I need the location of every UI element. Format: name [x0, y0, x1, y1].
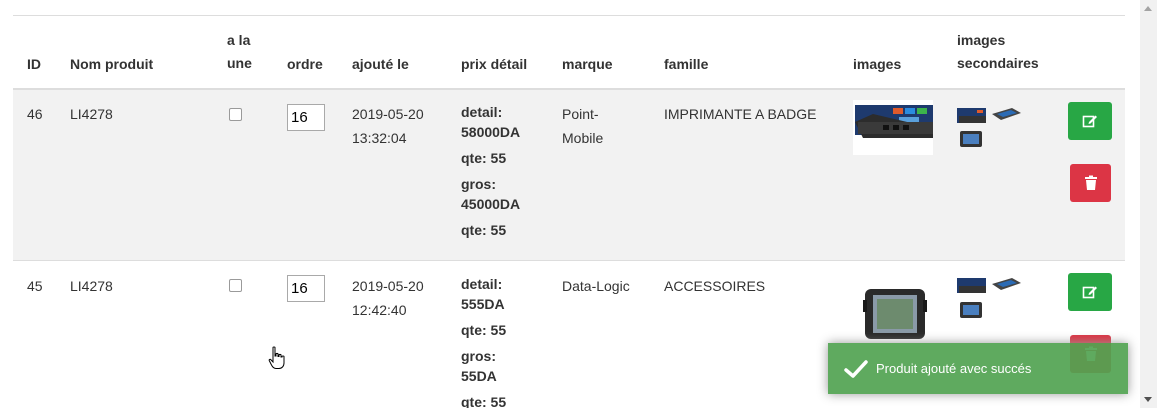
header-ordre: ordre — [287, 56, 323, 72]
pencil-square-icon — [1082, 115, 1097, 128]
price-gros-value: 55DA — [461, 368, 497, 384]
cell-nom-produit: LI4278 — [70, 278, 113, 294]
cell-marque: Point- Mobile — [562, 102, 603, 150]
price-detail-value: 58000DA — [461, 124, 521, 140]
header-a-la-une-line1: a la — [227, 32, 251, 48]
table-header: ID Nom produit a la une ordre ajouté le … — [13, 16, 1125, 90]
cell-famille: IMPRIMANTE A BADGE — [664, 106, 817, 122]
header-nom-produit: Nom produit — [70, 56, 154, 72]
price-qte: qte: 55 — [461, 150, 507, 166]
price-qte: qte: 55 — [461, 394, 507, 408]
hand-cursor-icon — [268, 346, 285, 369]
cell-date: 2019-05-20 — [352, 278, 424, 294]
header-images-secondaires-line2: secondaires — [957, 55, 1039, 71]
price-detail-label: detail: — [461, 104, 503, 120]
cell-ajoute-le: 2019-05-20 12:42:40 — [352, 274, 424, 322]
cell-time: 13:32:04 — [352, 130, 407, 146]
cell-id: 46 — [27, 106, 43, 122]
secondary-images — [957, 278, 1021, 318]
price-gros-label: gros: — [461, 348, 496, 364]
vertical-scrollbar[interactable] — [1140, 0, 1157, 408]
price-detail-value: 555DA — [461, 296, 505, 312]
price-qte: qte: 55 — [461, 222, 507, 238]
a-la-une-checkbox[interactable] — [229, 279, 242, 292]
secondary-images — [957, 108, 1021, 147]
edit-button[interactable] — [1068, 102, 1112, 140]
cell-marque: Data-Logic — [562, 274, 630, 298]
check-icon — [844, 359, 868, 378]
header-images-secondaires: images secondaires — [957, 29, 1039, 75]
header-images-secondaires-line1: images — [957, 32, 1006, 48]
header-a-la-une: a la une — [227, 29, 252, 75]
product-image — [853, 100, 933, 155]
ordre-input[interactable] — [287, 275, 325, 302]
marque-line1: Point- — [562, 106, 599, 122]
scroll-up-arrow-icon[interactable] — [1144, 6, 1152, 11]
cell-prix-detail: detail: 555DA qte: 55 gros: 55DA qte: 55 — [461, 274, 506, 408]
price-gros-label: gros: — [461, 176, 496, 192]
header-prix-detail: prix détail — [461, 56, 528, 72]
cell-time: 12:42:40 — [352, 302, 407, 318]
price-qte: qte: 55 — [461, 322, 507, 338]
header-famille: famille — [664, 56, 709, 72]
header-a-la-une-line2: une — [227, 55, 252, 71]
a-la-une-checkbox[interactable] — [229, 108, 242, 121]
cell-date: 2019-05-20 — [352, 106, 424, 122]
header-id: ID — [27, 56, 41, 72]
pencil-square-icon — [1082, 286, 1097, 299]
marque-line2: Mobile — [562, 130, 604, 146]
price-detail-label: detail: — [461, 276, 503, 292]
ordre-input[interactable] — [287, 104, 325, 131]
cell-famille: ACCESSOIRES — [664, 278, 766, 294]
delete-button[interactable] — [1070, 164, 1111, 202]
header-images: images — [853, 56, 902, 72]
toast-message: Produit ajouté avec succés — [876, 361, 1032, 376]
scroll-down-arrow-icon[interactable] — [1144, 397, 1152, 402]
trash-icon — [1084, 175, 1097, 190]
cell-prix-detail: detail: 58000DA qte: 55 gros: 45000DA qt… — [461, 102, 520, 240]
edit-button[interactable] — [1068, 273, 1112, 311]
success-toast[interactable]: Produit ajouté avec succés — [828, 343, 1128, 394]
cell-nom-produit: LI4278 — [70, 106, 113, 122]
product-image — [863, 289, 927, 339]
table-row: 46 LI4278 2019-05-20 13:32:04 detail: 58… — [13, 90, 1125, 260]
cell-ajoute-le: 2019-05-20 13:32:04 — [352, 102, 424, 150]
cell-id: 45 — [27, 278, 43, 294]
header-marque: marque — [562, 56, 613, 72]
marque-line1: Data-Logic — [562, 278, 630, 294]
price-gros-value: 45000DA — [461, 196, 521, 212]
header-ajoute-le: ajouté le — [352, 56, 409, 72]
